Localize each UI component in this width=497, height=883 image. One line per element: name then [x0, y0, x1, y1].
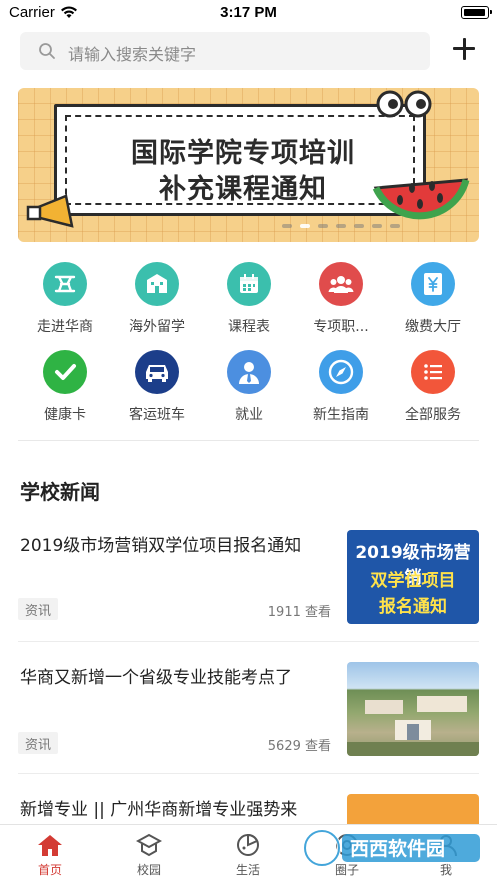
- search-icon: [39, 43, 55, 59]
- service-label: 专项职...: [313, 319, 369, 335]
- watermark-text: 西西软件园: [350, 837, 445, 860]
- list-icon: [411, 350, 455, 394]
- service-label: 客运班车: [129, 407, 185, 423]
- service-item-zoujin[interactable]: 走进华商: [19, 262, 111, 336]
- service-label: 全部服务: [405, 407, 461, 423]
- news-separator: [18, 641, 479, 642]
- news-separator: [18, 773, 479, 774]
- calendar-icon: [227, 262, 271, 306]
- tab-home[interactable]: 首页: [20, 831, 80, 878]
- eyes-illustration: [376, 90, 432, 118]
- service-item-banche[interactable]: 客运班车: [111, 350, 203, 424]
- news-section-title: 学校新闻: [20, 480, 100, 504]
- service-label: 就业: [235, 407, 263, 423]
- tab-label: 校园: [136, 863, 161, 877]
- site-watermark: 西西软件园: [303, 829, 480, 867]
- add-button[interactable]: [449, 34, 479, 64]
- group-icon: [319, 262, 363, 306]
- news-item[interactable]: 2019级市场营销双学位项目报名通知 资讯 1911 查看 2019级市场营销 …: [0, 530, 497, 625]
- news-thumbnail: 2019级市场营销 双学位项目 报名通知: [347, 530, 479, 624]
- battery-icon: [461, 6, 492, 19]
- service-item-jiuye[interactable]: 就业: [203, 350, 295, 424]
- campus-icon: [119, 831, 179, 859]
- person-icon: [227, 350, 271, 394]
- news-item[interactable]: 华商又新增一个省级专业技能考点了 资讯 5629 查看: [0, 662, 497, 757]
- service-item-jiankangka[interactable]: 健康卡: [19, 350, 111, 424]
- news-thumbnail: [347, 794, 479, 824]
- tab-campus[interactable]: 校园: [119, 831, 179, 878]
- tab-label: 生活: [235, 863, 260, 877]
- tab-life[interactable]: 生活: [218, 831, 278, 878]
- service-item-xinsheng[interactable]: 新生指南: [295, 350, 387, 424]
- banner-carousel[interactable]: 国际学院专项培训 补充课程通知: [18, 88, 479, 242]
- service-item-quanbu[interactable]: 全部服务: [387, 350, 479, 424]
- news-title: 新增专业 || 广州华商新增专业强势来: [20, 800, 298, 820]
- news-tag: 资讯: [18, 598, 59, 620]
- service-item-zhuanxiang[interactable]: 专项职...: [295, 262, 387, 336]
- service-item-kechengbiao[interactable]: 课程表: [203, 262, 295, 336]
- status-time: 3:17 PM: [220, 4, 277, 21]
- campus-photo: [347, 696, 479, 756]
- home-icon: [20, 831, 80, 859]
- tab-label: 首页: [37, 863, 62, 877]
- status-bar: Carrier 3:17 PM: [0, 0, 497, 26]
- building-icon: [135, 262, 179, 306]
- news-title: 华商又新增一个省级专业技能考点了: [20, 668, 292, 688]
- carousel-indicator[interactable]: [282, 224, 400, 228]
- news-views: 1911 查看: [267, 605, 331, 620]
- service-item-jiaofei[interactable]: 缴费大厅: [387, 262, 479, 336]
- university-icon: [43, 262, 87, 306]
- service-label: 课程表: [228, 319, 270, 335]
- service-item-haiwai[interactable]: 海外留学: [111, 262, 203, 336]
- services-divider: [18, 440, 479, 441]
- megaphone-illustration: [26, 194, 74, 228]
- service-label: 缴费大厅: [405, 319, 461, 335]
- thumbnail-text: 报名通知: [379, 597, 447, 617]
- search-placeholder: 请输入搜索关键字: [68, 45, 197, 64]
- service-label: 健康卡: [44, 407, 86, 423]
- bus-icon: [135, 350, 179, 394]
- thumbnail-text: 双学位项目: [370, 571, 456, 591]
- watermelon-illustration: [372, 178, 470, 220]
- news-tag: 资讯: [18, 732, 59, 754]
- news-title: 2019级市场营销双学位项目报名通知: [20, 536, 302, 556]
- compass-icon: [319, 350, 363, 394]
- life-icon: [218, 831, 278, 859]
- check-icon: [43, 350, 87, 394]
- service-label: 走进华商: [37, 319, 93, 335]
- banner-title-line1: 国际学院专项培训: [131, 138, 355, 169]
- service-label: 新生指南: [313, 407, 369, 423]
- news-thumbnail: [347, 662, 479, 756]
- service-label: 海外留学: [129, 319, 185, 335]
- search-row: 请输入搜索关键字: [0, 30, 497, 74]
- news-item[interactable]: 新增专业 || 广州华商新增专业强势来: [0, 794, 497, 824]
- yuan-icon: [411, 262, 455, 306]
- news-views: 5629 查看: [267, 739, 331, 754]
- search-input[interactable]: 请输入搜索关键字: [20, 32, 430, 70]
